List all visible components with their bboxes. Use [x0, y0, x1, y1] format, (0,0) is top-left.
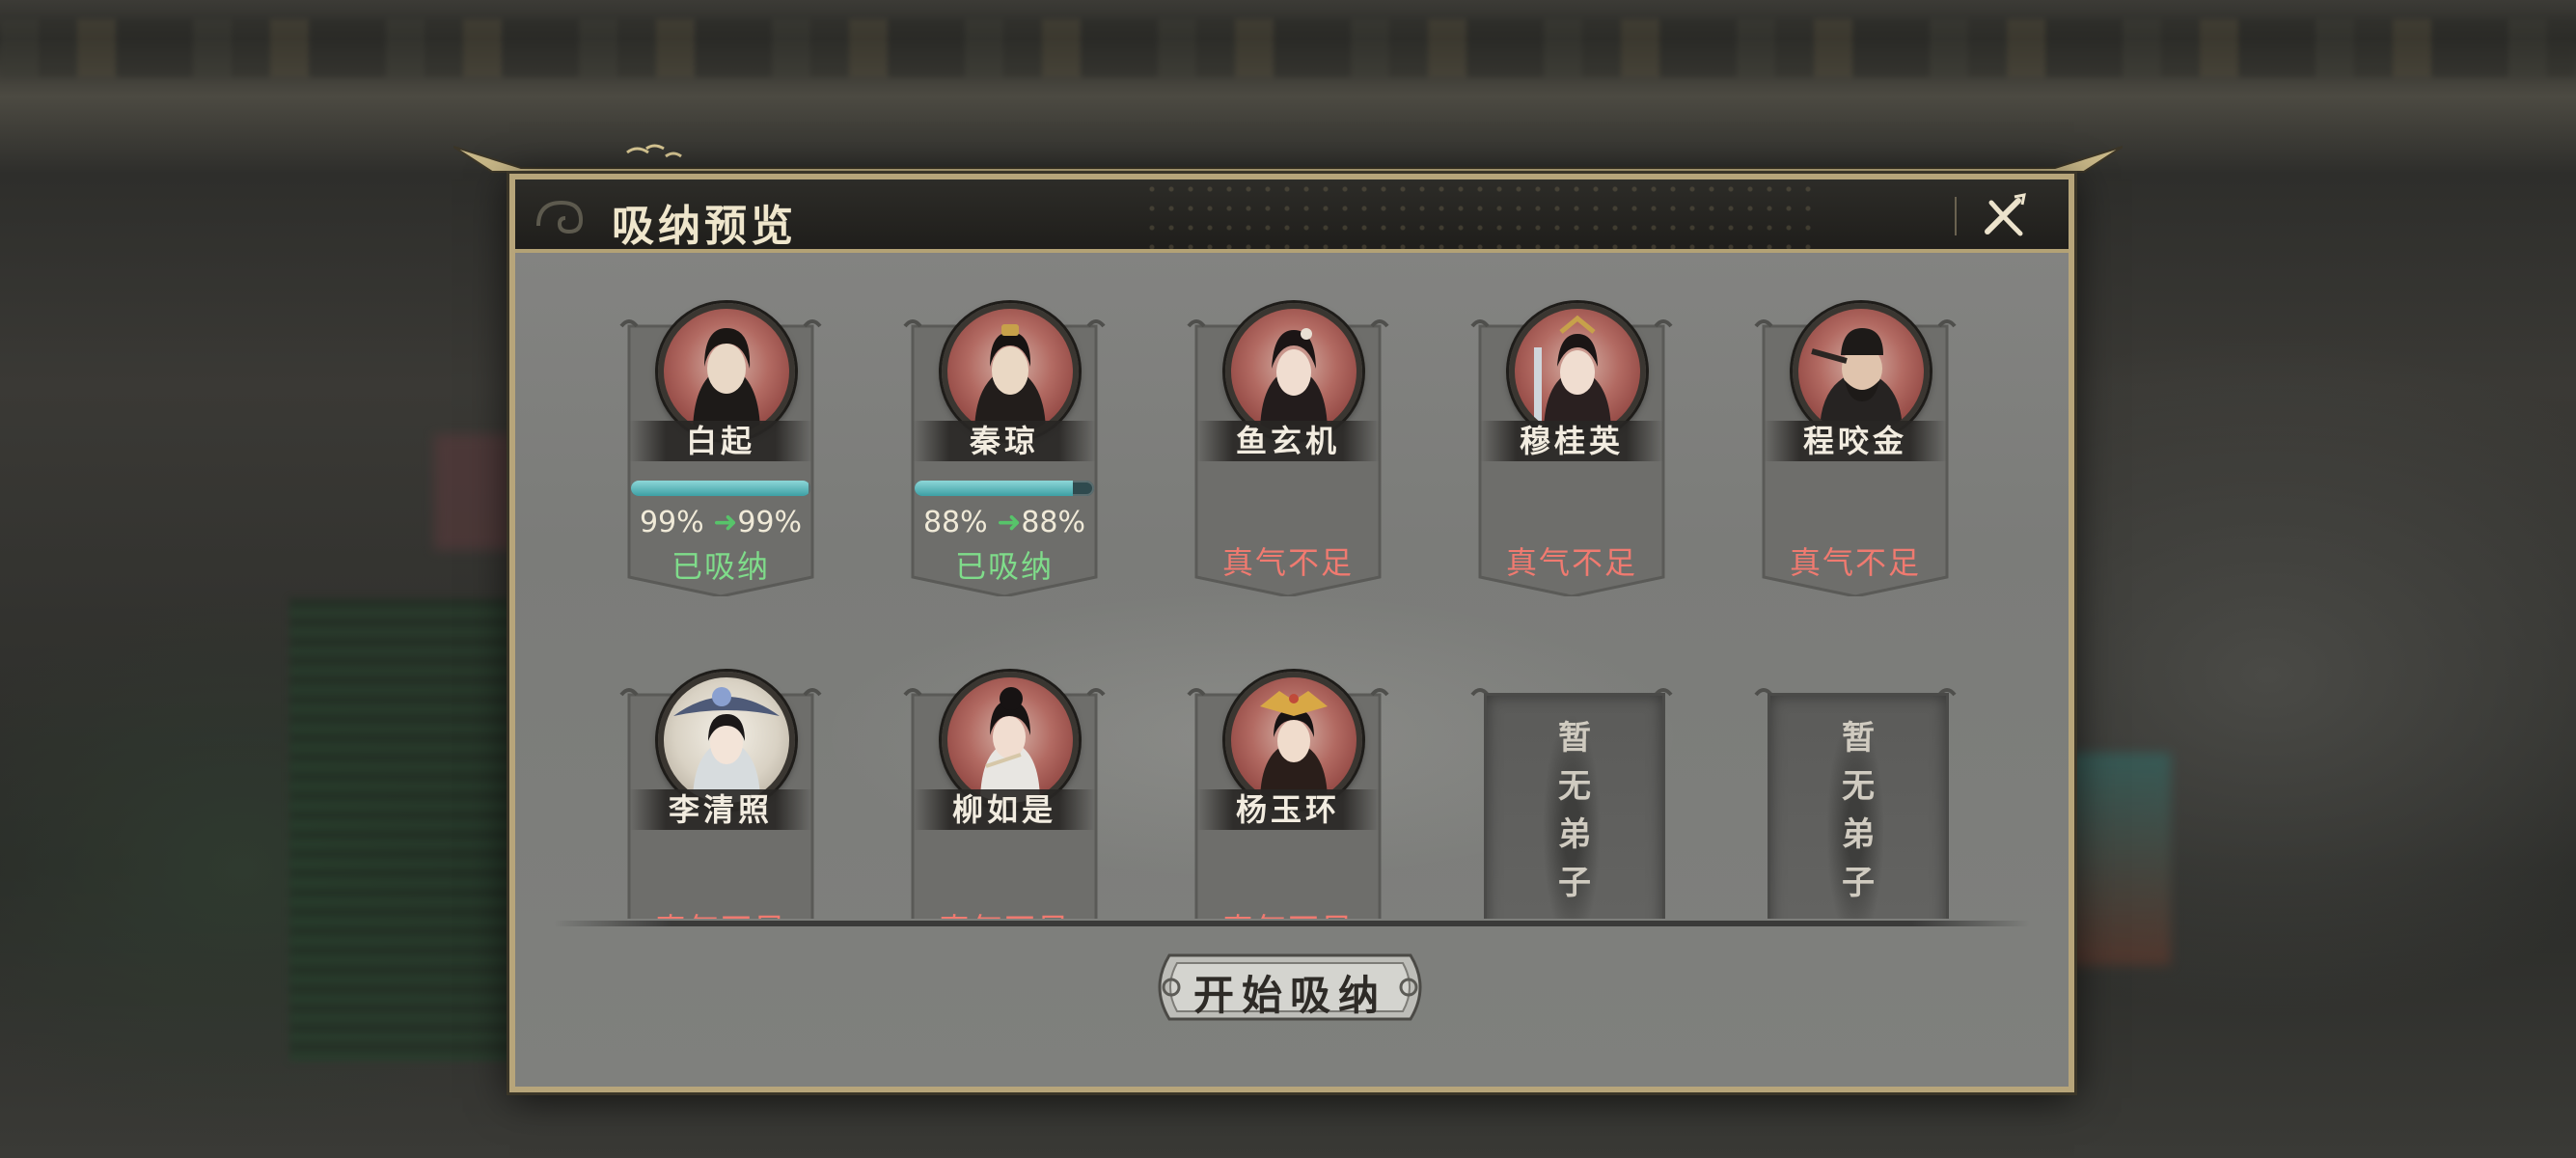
- portrait-icon: [1811, 328, 1903, 434]
- disciple-card[interactable]: 白起 99% ➜99% 已吸纳: [619, 303, 822, 596]
- percent-from: 99%: [639, 506, 704, 539]
- progress-fill: [915, 481, 1073, 496]
- disciple-card[interactable]: 秦琼 88% ➜88% 已吸纳: [903, 303, 1106, 596]
- background-pink-item: [434, 434, 521, 550]
- dialog-title-bar: 吸纳预览: [515, 179, 2069, 253]
- progress-bar: [915, 481, 1094, 496]
- disciple-name: 白起: [629, 421, 812, 461]
- close-icon[interactable]: [1976, 189, 2030, 243]
- empty-slot: 暂无弟子: [1754, 685, 1957, 919]
- disciple-card[interactable]: 李清照 真气不足: [619, 672, 822, 919]
- disciple-avatar: [1225, 672, 1362, 809]
- disciple-card[interactable]: 穆桂英 真气不足: [1470, 303, 1673, 596]
- disciple-name: 柳如是: [913, 789, 1096, 830]
- background-green-panel: [289, 598, 511, 1062]
- portrait-icon: [980, 687, 1040, 803]
- percent-to: 88%: [1021, 506, 1086, 539]
- portrait-icon: [974, 324, 1046, 434]
- status-absorbed: 已吸纳: [954, 548, 1054, 585]
- status-insufficient: 真气不足: [619, 905, 822, 919]
- portrait-icon: [1260, 328, 1328, 434]
- disciple-card[interactable]: 程咬金 真气不足: [1754, 303, 1957, 596]
- disciple-card[interactable]: 杨玉环 真气不足: [1187, 672, 1389, 919]
- close-separator: [1955, 197, 1957, 235]
- percent-change: 88% ➜88%: [903, 506, 1106, 539]
- dialog-title: 吸纳预览: [612, 202, 797, 251]
- disciple-avatar: [942, 672, 1079, 809]
- portrait-icon: [1534, 315, 1611, 434]
- disciple-name: 李清照: [629, 789, 812, 830]
- disciple-avatar: [1793, 303, 1930, 440]
- progress-fill: [631, 481, 809, 496]
- disciple-name: 鱼玄机: [1196, 421, 1380, 461]
- portrait-icon: [693, 328, 760, 434]
- status-insufficient: 真气不足: [1505, 544, 1637, 581]
- status-insufficient: 真气不足: [1187, 905, 1389, 919]
- status-absorbed: 已吸纳: [671, 548, 770, 585]
- start-absorb-button[interactable]: 开始吸纳: [1150, 951, 1430, 1023]
- portrait-icon: [1260, 691, 1328, 803]
- start-absorb-label: 开始吸纳: [1192, 972, 1386, 1019]
- cloud-swirl-icon: [536, 200, 584, 234]
- disciple-card[interactable]: 鱼玄机 真气不足: [1187, 303, 1389, 596]
- title-pattern: [1142, 179, 1818, 249]
- background-teal-item: [2065, 753, 2171, 965]
- disciple-name: 穆桂英: [1480, 421, 1663, 461]
- empty-slot-text: 暂无弟子: [1835, 720, 1875, 913]
- disciple-card[interactable]: 柳如是 真气不足: [903, 672, 1106, 919]
- disciple-name: 程咬金: [1764, 421, 1947, 461]
- roof-ornament: [453, 144, 2123, 173]
- content-divider: [554, 921, 2030, 926]
- empty-slot: 暂无弟子: [1470, 685, 1673, 919]
- arrow-right-icon: ➜: [997, 506, 1022, 539]
- disciple-avatar: [658, 303, 795, 440]
- disciple-avatar: [658, 672, 795, 809]
- status-insufficient: 真气不足: [903, 905, 1106, 919]
- portrait-icon: [673, 687, 780, 803]
- percent-from: 88%: [922, 506, 988, 539]
- disciple-grid: 白起 99% ➜99% 已吸纳 秦琼 88% ➜88% 已吸纳 鱼玄机 真气不足…: [529, 262, 2055, 919]
- disciple-avatar: [942, 303, 1079, 440]
- percent-change: 99% ➜99%: [619, 506, 822, 539]
- percent-to: 99%: [737, 506, 803, 539]
- status-insufficient: 真气不足: [1789, 544, 1921, 581]
- empty-slot-text: 暂无弟子: [1551, 720, 1591, 913]
- disciple-avatar: [1509, 303, 1646, 440]
- arrow-right-icon: ➜: [713, 506, 738, 539]
- disciple-name: 杨玉环: [1196, 789, 1380, 830]
- progress-bar: [631, 481, 810, 496]
- status-insufficient: 真气不足: [1221, 544, 1354, 581]
- disciple-name: 秦琼: [913, 421, 1096, 461]
- background-top-strip: [0, 19, 2576, 77]
- disciple-avatar: [1225, 303, 1362, 440]
- absorb-preview-dialog: 吸纳预览 白起 99% ➜99% 已吸纳 秦琼 88% ➜88% 已吸纳 鱼玄机…: [509, 174, 2074, 1092]
